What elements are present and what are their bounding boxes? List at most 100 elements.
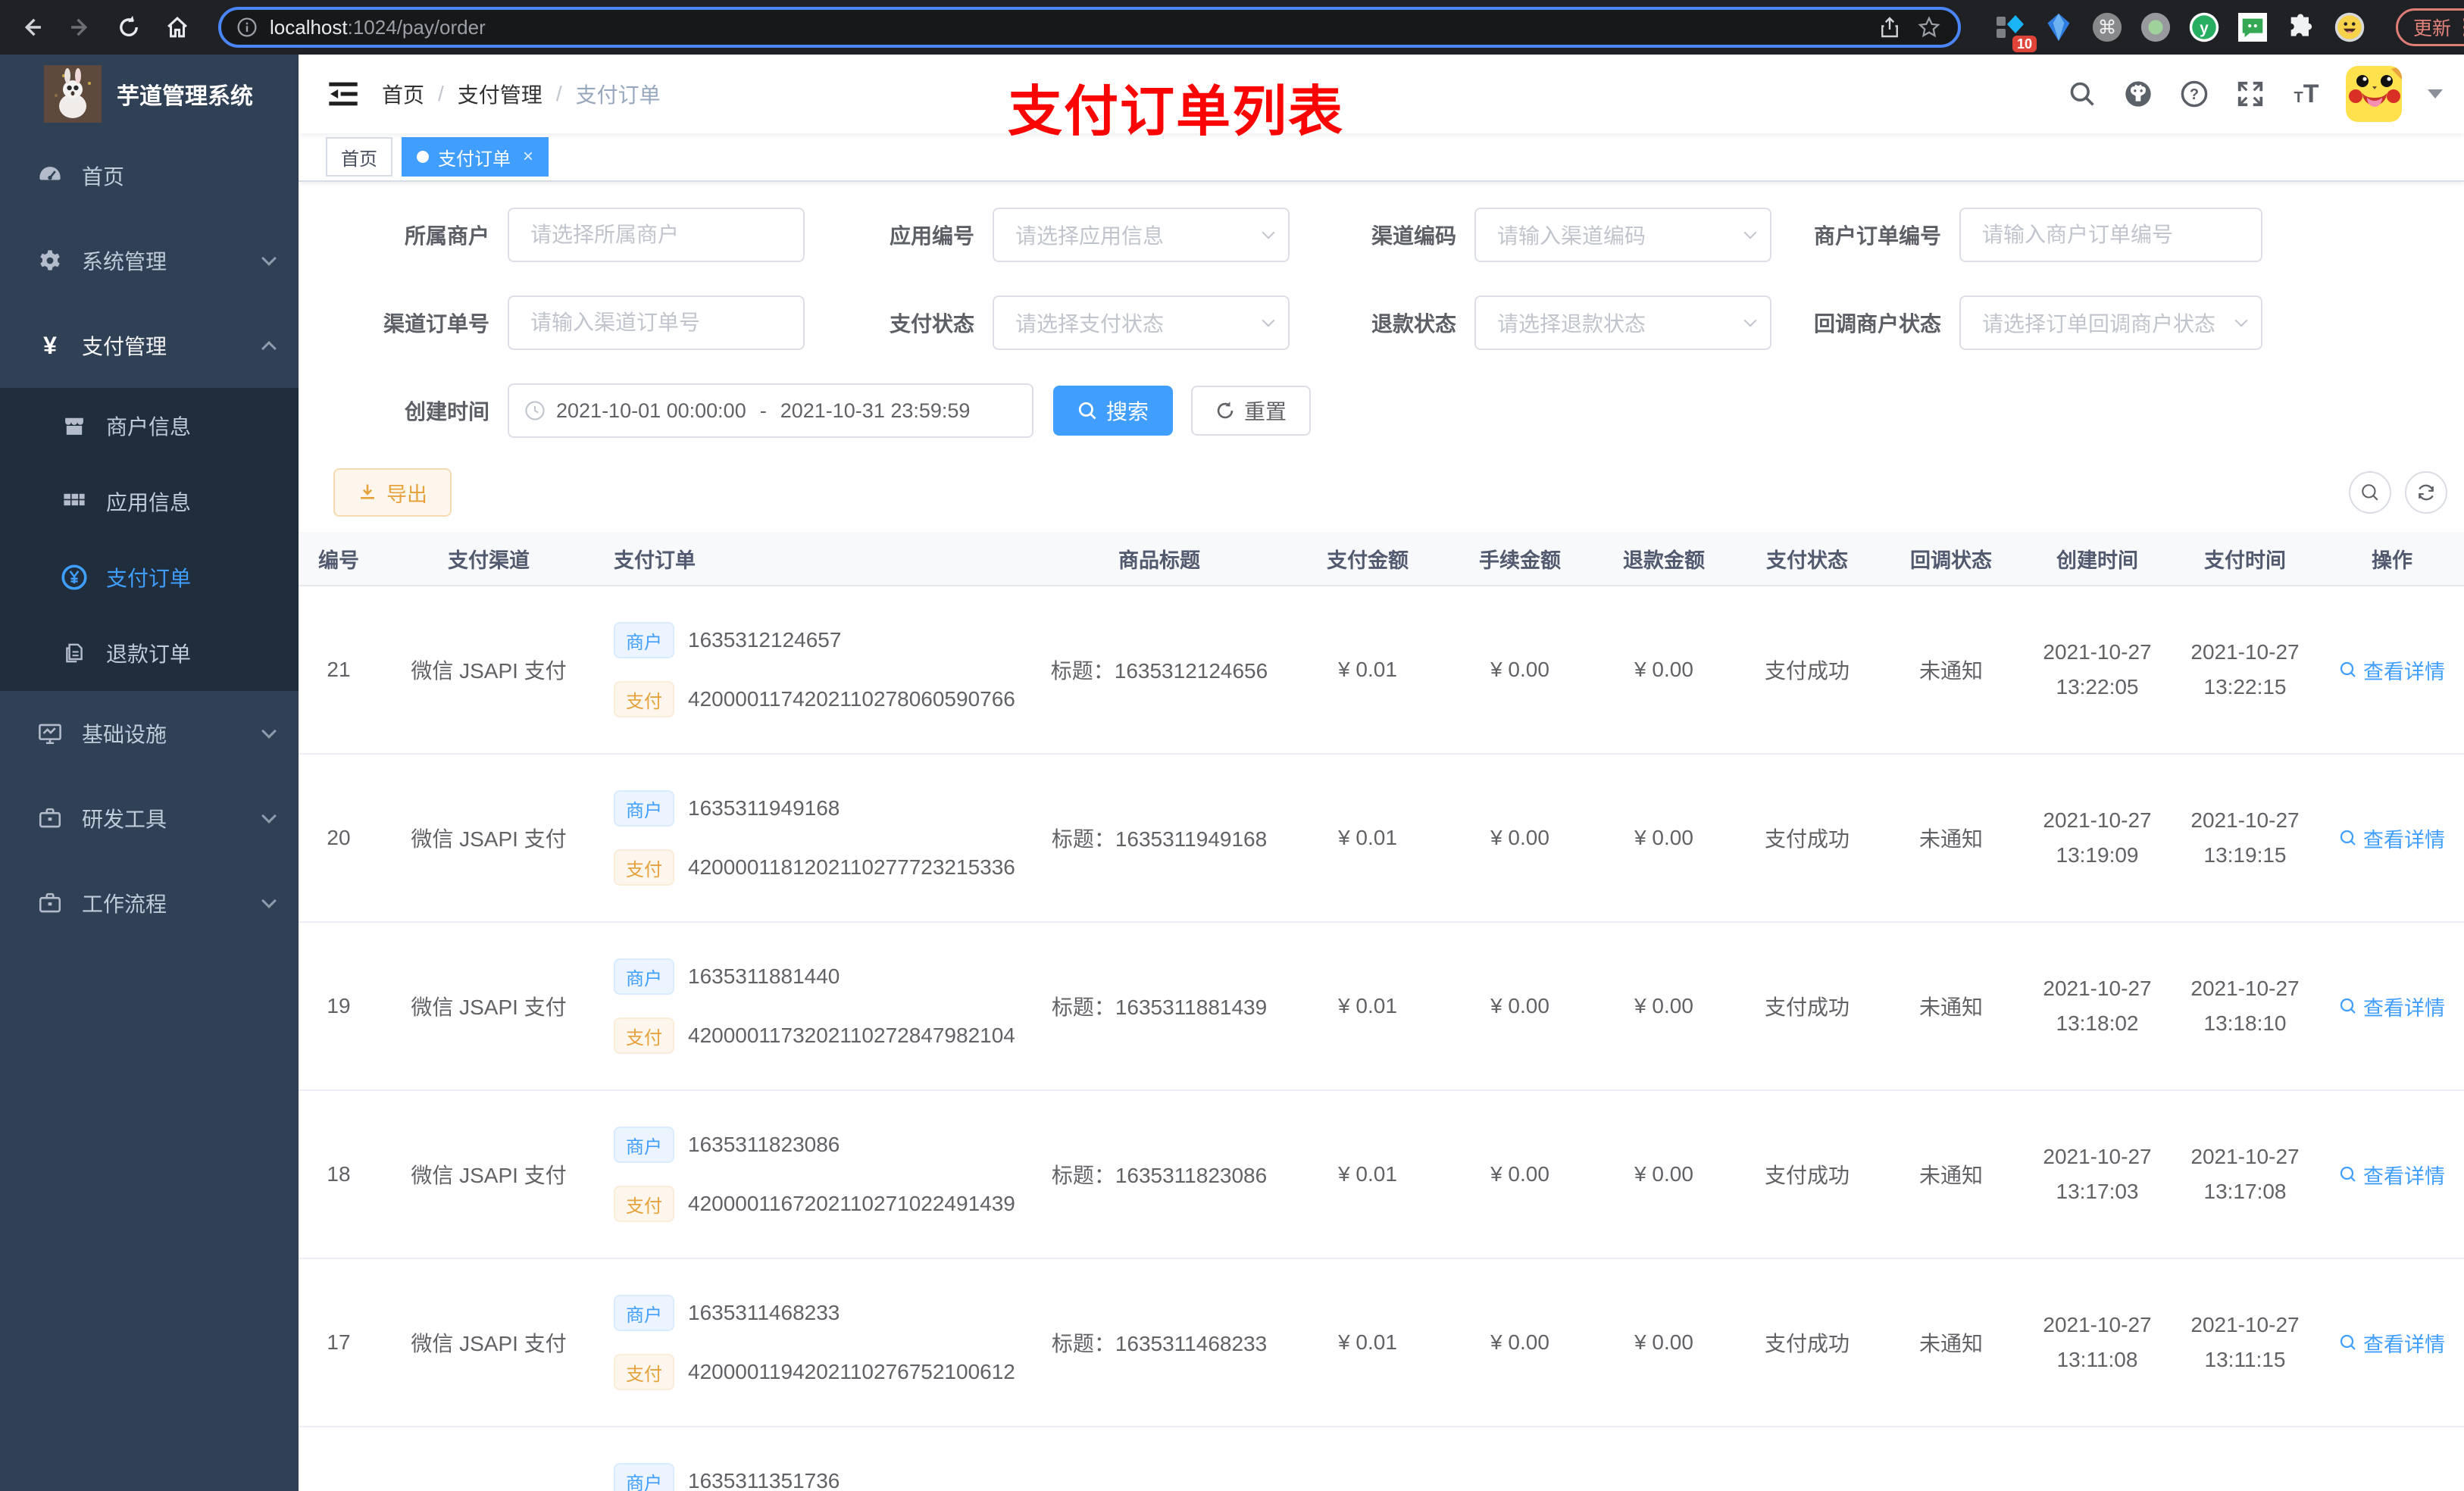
refund-status-select[interactable]: 请选择退款状态 xyxy=(1474,295,1771,350)
briefcase-icon xyxy=(36,890,64,916)
table-body: 21 微信 JSAPI 支付 商户 1635312124657 支付 42000… xyxy=(299,586,2464,1491)
extension-record-icon[interactable] xyxy=(2140,11,2172,43)
sidebar-item-app-info[interactable]: 应用信息 xyxy=(0,464,299,539)
view-detail-link[interactable]: 查看详情 xyxy=(2339,1328,2445,1358)
notify-status: 未通知 xyxy=(1918,1164,1983,1187)
pay-amount: ¥ 0.01 xyxy=(1338,1330,1397,1354)
sidebar-item-system[interactable]: 系统管理 xyxy=(0,218,299,303)
pay-tag: 支付 xyxy=(614,1354,674,1390)
channel-code-select[interactable]: 请输入渠道编码 xyxy=(1474,208,1771,262)
tab-home[interactable]: 首页 xyxy=(326,137,392,177)
monitor-chart-icon xyxy=(36,720,64,746)
date-end[interactable]: 2021-10-31 23:59:59 xyxy=(780,399,971,423)
user-avatar[interactable] xyxy=(2346,66,2402,122)
browser-home-icon[interactable] xyxy=(161,11,194,44)
browser-reload-icon[interactable] xyxy=(112,11,145,44)
pay-order-cell: 商户 1635311468233 支付 42000011942021102767… xyxy=(599,1295,1030,1390)
app-title: 芋道管理系统 xyxy=(117,84,253,109)
browser-back-icon[interactable] xyxy=(15,11,48,44)
extensions-row: 10 ⌘ y xyxy=(1994,11,2366,52)
sidebar-item-refund-order[interactable]: 退款订单 xyxy=(0,615,299,691)
share-icon[interactable] xyxy=(1876,11,1903,44)
browser-update-button[interactable]: 更新 xyxy=(2396,8,2464,46)
pay-channel: 微信 JSAPI 支付 xyxy=(411,1164,567,1187)
gear-icon xyxy=(36,248,64,274)
create-time-range-picker[interactable]: 2021-10-01 00:00:00 - 2021-10-31 23:59:5… xyxy=(508,383,1033,438)
bookmark-star-icon[interactable] xyxy=(1915,11,1943,44)
breadcrumb-pay[interactable]: 支付管理 xyxy=(458,79,543,109)
table-row: 17 微信 JSAPI 支付 商户 1635311468233 支付 42000… xyxy=(299,1259,2464,1427)
extensions-puzzle-icon[interactable] xyxy=(2285,11,2317,43)
github-icon[interactable] xyxy=(2122,77,2155,111)
view-detail-link[interactable]: 查看详情 xyxy=(2339,992,2445,1021)
extension-chat-icon[interactable] xyxy=(2237,11,2269,43)
breadcrumb-home[interactable]: 首页 xyxy=(382,79,424,109)
export-button[interactable]: 导出 xyxy=(333,468,452,517)
pay-channel: 微信 JSAPI 支付 xyxy=(411,827,567,851)
browser-forward-icon[interactable] xyxy=(64,11,97,44)
order-id: 19 xyxy=(327,994,351,1017)
view-detail-link[interactable]: 查看详情 xyxy=(2339,1160,2445,1189)
view-detail-link[interactable]: 查看详情 xyxy=(2339,655,2445,685)
pay-status: 支付成功 xyxy=(1764,659,1850,683)
page-annotation-title: 支付订单列表 xyxy=(1008,82,1345,142)
reset-button[interactable]: 重置 xyxy=(1191,386,1312,436)
sidebar-item-merchant-info[interactable]: 商户信息 xyxy=(0,388,299,464)
table-row: 商户 1635311351736 支付 xyxy=(299,1427,2464,1491)
channel-order-no-input[interactable] xyxy=(508,295,805,350)
site-info-icon[interactable] xyxy=(236,17,258,38)
clock-icon xyxy=(525,401,545,420)
address-bar[interactable]: localhost:1024/pay/order xyxy=(218,7,1961,48)
pay-status-select[interactable]: 请选择支付状态 xyxy=(993,295,1290,350)
extension-gem-icon[interactable] xyxy=(2043,11,2075,43)
sidebar-fold-icon[interactable] xyxy=(329,81,358,107)
tab-close-icon[interactable]: × xyxy=(523,146,533,167)
sidebar-item-devtools[interactable]: 研发工具 xyxy=(0,776,299,861)
table-row: 18 微信 JSAPI 支付 商户 1635311823086 支付 42000… xyxy=(299,1091,2464,1259)
chevron-up-icon xyxy=(261,341,277,356)
view-detail-link[interactable]: 查看详情 xyxy=(2339,824,2445,853)
avatar-caret-icon[interactable] xyxy=(2428,89,2443,98)
toggle-search-button[interactable] xyxy=(2349,471,2391,514)
magnifier-icon xyxy=(2340,1166,2356,1182)
app-logo xyxy=(44,65,102,123)
refund-amount: ¥ 0.00 xyxy=(1634,658,1693,681)
profile-emoji-avatar[interactable] xyxy=(2334,11,2366,43)
extension-y-icon[interactable]: y xyxy=(2188,11,2220,43)
merchant-input[interactable] xyxy=(508,208,805,262)
paid-time: 2021-10-27 13:11:15 xyxy=(2190,1313,2300,1371)
fullscreen-icon[interactable] xyxy=(2234,77,2267,111)
sidebar-item-home[interactable]: 首页 xyxy=(0,133,299,218)
chevron-down-icon xyxy=(2234,314,2248,327)
url-text[interactable]: localhost:1024/pay/order xyxy=(270,16,1864,39)
extension-diamond-icon[interactable]: 10 xyxy=(1994,11,2037,52)
sidebar-item-pay-order[interactable]: 支付订单 xyxy=(0,539,299,615)
extension-command-icon[interactable]: ⌘ xyxy=(2091,11,2123,43)
chevron-down-icon xyxy=(261,808,277,824)
date-start[interactable]: 2021-10-01 00:00:00 xyxy=(556,399,746,423)
merchant-order-no-input[interactable] xyxy=(1959,208,2262,262)
col-header-order: 支付订单 xyxy=(614,549,696,572)
sidebar-item-infra[interactable]: 基础设施 xyxy=(0,691,299,776)
help-icon[interactable]: ? xyxy=(2178,77,2211,111)
refresh-table-button[interactable] xyxy=(2405,471,2447,514)
notify-status-select[interactable]: 请选择订单回调商户状态 xyxy=(1959,295,2262,350)
tags-view-bar: 首页 支付订单 × xyxy=(299,133,2464,182)
pay-status: 支付成功 xyxy=(1764,1332,1850,1355)
app-select[interactable]: 请选择应用信息 xyxy=(993,208,1290,262)
notify-status: 未通知 xyxy=(1918,827,1983,851)
refund-amount: ¥ 0.00 xyxy=(1634,1162,1693,1186)
header-search-icon[interactable] xyxy=(2065,77,2099,111)
col-header-id: 编号 xyxy=(318,549,359,572)
orders-table: 编号 支付渠道 支付订单 商品标题 支付金额 手续金额 退款金额 支付状态 回调… xyxy=(299,532,2464,1491)
col-header-notify: 回调状态 xyxy=(1910,549,1992,572)
sidebar-item-workflow[interactable]: 工作流程 xyxy=(0,861,299,946)
sidebar-item-pay[interactable]: ¥ 支付管理 xyxy=(0,303,299,388)
search-button[interactable]: 搜索 xyxy=(1053,386,1174,436)
sidebar-logo-row[interactable]: 芋道管理系统 xyxy=(0,55,299,133)
grid-icon xyxy=(61,489,88,514)
filter-label: 渠道订单号 xyxy=(383,312,489,336)
font-size-icon[interactable]: TT xyxy=(2290,77,2323,111)
tab-pay-order[interactable]: 支付订单 × xyxy=(402,137,549,177)
search-icon xyxy=(2362,484,2378,501)
